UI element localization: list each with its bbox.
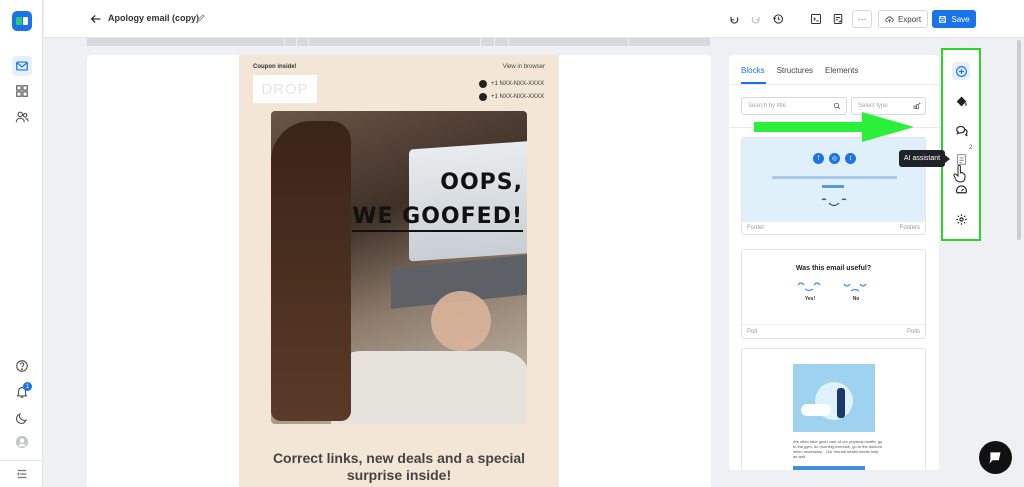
ai-assistant-tooltip: AI assistant (899, 150, 950, 167)
email-headline[interactable]: Correct links, new deals and a special s… (259, 450, 539, 484)
article-illustration (793, 364, 875, 432)
tab-elements[interactable]: Elements (825, 66, 858, 75)
hero-image[interactable]: OOPS, WE GOOFED! (271, 111, 527, 424)
add-block-icon[interactable] (952, 62, 970, 80)
redo-icon[interactable] (749, 12, 763, 26)
back-arrow-icon[interactable] (89, 12, 103, 26)
phone-line-2: +1 NXX-NXX-XXXX (479, 93, 544, 101)
contacts-icon[interactable] (12, 107, 32, 127)
card-name: Footer (747, 225, 765, 231)
article-text: We often take good care of our physical … (793, 439, 883, 459)
chat-bubble-icon (988, 451, 1000, 464)
card-name: Poll (747, 329, 758, 335)
tabs-divider (729, 84, 939, 85)
hand-cursor-icon (953, 165, 966, 183)
whatsapp-icon (479, 93, 487, 101)
export-button[interactable]: Export (878, 10, 928, 28)
green-arrow-annotation (754, 112, 914, 142)
block-card-article[interactable]: We often take good care of our physical … (741, 348, 926, 470)
poll-option-yes: Yes! (804, 296, 816, 302)
search-icon (833, 102, 841, 110)
cloud-upload-icon (885, 15, 894, 22)
paint-bucket-icon[interactable] (952, 92, 970, 110)
view-in-browser-link[interactable]: View in browser (503, 64, 545, 70)
instagram-icon: ◎ (829, 153, 840, 164)
twitter-icon: t (845, 153, 856, 164)
filter-icon (913, 102, 921, 109)
history-icon[interactable] (771, 12, 785, 26)
card-type: Polls (906, 329, 920, 335)
happy-face-icon (797, 282, 821, 292)
phone-number: +1 NXX-NXX-XXXX (491, 94, 545, 100)
app-logo[interactable] (12, 11, 32, 31)
collapse-menu-icon[interactable] (12, 464, 32, 484)
facebook-icon: f (813, 153, 824, 164)
undo-icon[interactable] (727, 12, 741, 26)
checklist-icon[interactable] (831, 12, 845, 26)
phone-line-1: +1 NXX-NXX-XXXX (479, 80, 544, 88)
hero-line-1: OOPS, (440, 170, 523, 195)
edit-title-icon[interactable] (196, 13, 206, 23)
rail-divider (0, 460, 43, 461)
panel-tabs: Blocks Structures Elements (741, 66, 858, 75)
card-type: Footers (899, 225, 920, 231)
top-bar: Apology email (copy) ··· Export Save (44, 0, 1024, 38)
mail-icon[interactable] (12, 56, 32, 76)
block-card-poll[interactable]: Was this email useful? Yes! No Poll Polls (741, 249, 926, 339)
email-logo[interactable]: DROP (253, 75, 317, 103)
select-placeholder: Select type (858, 103, 888, 109)
save-label: Save (951, 14, 970, 24)
coupon-text: Coupon inside! (253, 64, 297, 70)
poll-option-no: No (852, 296, 860, 302)
poll-question: Was this email useful? (795, 265, 872, 272)
hero-line-2: WE GOOFED! (352, 204, 523, 232)
left-rail: 1 (0, 0, 43, 487)
settings-gear-icon[interactable] (952, 210, 970, 228)
save-button[interactable]: Save (932, 10, 976, 28)
more-button[interactable]: ··· (852, 10, 872, 28)
help-icon[interactable] (12, 356, 32, 376)
ai-badge: 2 (969, 145, 973, 151)
structure-strip[interactable] (87, 38, 711, 46)
comments-icon[interactable] (952, 121, 970, 139)
page-scrollbar[interactable] (1017, 40, 1021, 240)
phone-icon (479, 80, 487, 88)
sad-face-icon (843, 283, 867, 292)
grid-icon[interactable] (12, 81, 32, 101)
tab-blocks[interactable]: Blocks (741, 66, 765, 75)
search-placeholder: Search by title (748, 103, 787, 109)
notification-badge: 1 (23, 382, 32, 391)
support-chat-button[interactable] (979, 441, 1012, 474)
right-toolbar: 2 (941, 48, 981, 241)
moon-icon[interactable] (12, 408, 32, 428)
avatar[interactable] (12, 432, 32, 452)
tab-structures[interactable]: Structures (777, 66, 813, 75)
hero-headline: OOPS, WE GOOFED! (352, 166, 523, 234)
smile-icon (821, 198, 847, 207)
floppy-icon (939, 15, 947, 23)
phone-number: +1 NXX-NXX-XXXX (491, 81, 545, 87)
page-title: Apology email (copy) (108, 13, 200, 23)
code-icon[interactable] (809, 12, 823, 26)
article-button (793, 466, 865, 470)
export-label: Export (897, 14, 922, 24)
email-preview[interactable]: Coupon inside! View in browser DROP +1 N… (239, 55, 559, 487)
